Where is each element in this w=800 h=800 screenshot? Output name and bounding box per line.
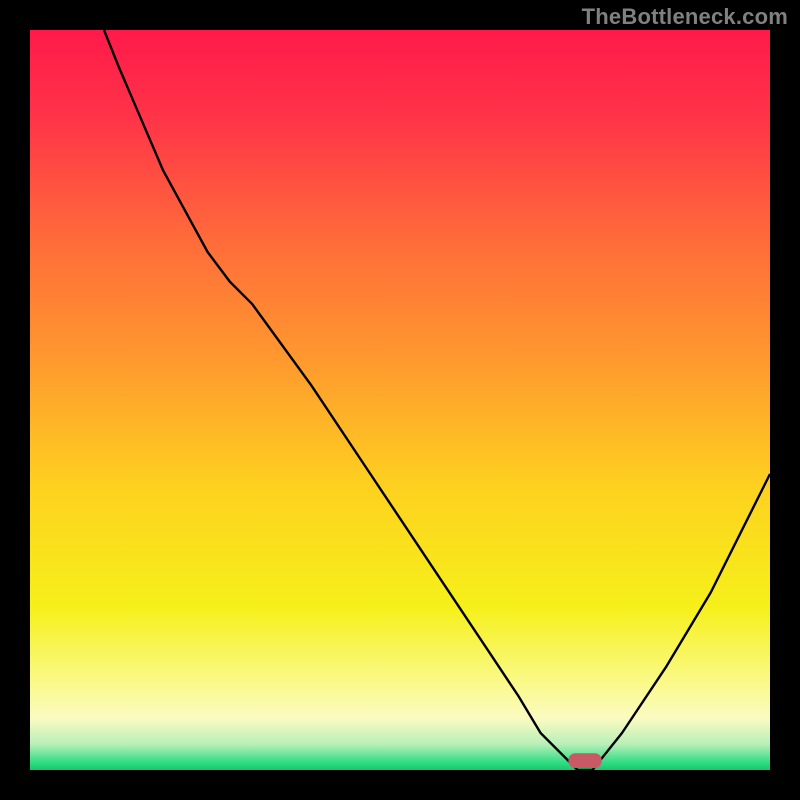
chart-frame: TheBottleneck.com xyxy=(0,0,800,800)
chart-svg xyxy=(30,30,770,770)
gradient-rect xyxy=(30,30,770,770)
optimum-marker xyxy=(568,753,601,768)
watermark-text: TheBottleneck.com xyxy=(582,4,788,30)
plot-area xyxy=(30,30,770,770)
